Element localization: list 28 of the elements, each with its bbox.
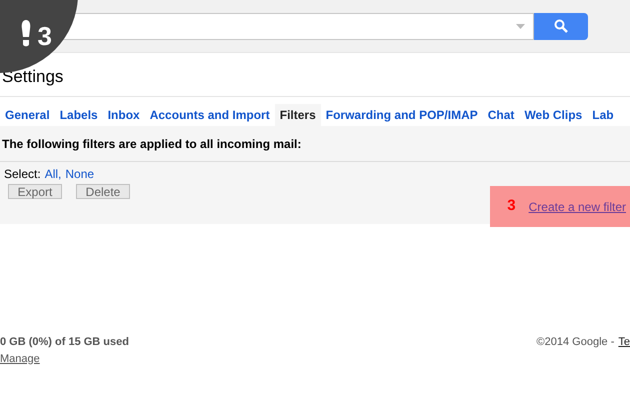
settings-tab[interactable]: Inbox	[102, 104, 145, 126]
settings-tab[interactable]: Accounts and Import	[144, 104, 275, 126]
settings-tab[interactable]: Chat	[482, 104, 520, 126]
select-label: Select:	[4, 166, 41, 183]
settings-tab[interactable]: Lab	[587, 104, 619, 126]
select-option-link[interactable]: None	[65, 165, 94, 183]
footprint-icon	[20, 20, 32, 48]
settings-tab[interactable]: Labels	[54, 104, 103, 126]
step-number: 3	[507, 196, 516, 216]
search-icon	[554, 19, 568, 33]
storage-usage: 0 GB (0%) of 15 GB used	[0, 335, 129, 350]
copyright-text: ©2014 Google -	[536, 335, 614, 348]
action-button[interactable]: Export	[8, 184, 62, 199]
dropdown-caret-icon[interactable]	[516, 24, 525, 28]
separator-comma: ,	[58, 166, 62, 183]
settings-tab[interactable]: Forwarding and POP/IMAP	[320, 104, 483, 126]
terms-link[interactable]: Te	[618, 334, 630, 348]
step-number: 3	[38, 23, 52, 49]
select-option-link[interactable]: All	[44, 165, 58, 183]
create-filter-link[interactable]: Create a new filter	[528, 198, 626, 216]
search-button[interactable]	[534, 12, 588, 40]
settings-tab[interactable]: Web Clips	[519, 104, 588, 126]
settings-tab[interactable]: General	[0, 104, 55, 126]
manage-link[interactable]: Manage	[0, 350, 129, 367]
action-button[interactable]: Delete	[76, 184, 130, 199]
page-title: Settings	[0, 68, 630, 97]
settings-tab[interactable]: Filters	[274, 104, 321, 126]
filters-heading: The following filters are applied to all incoming mail:	[0, 126, 630, 162]
